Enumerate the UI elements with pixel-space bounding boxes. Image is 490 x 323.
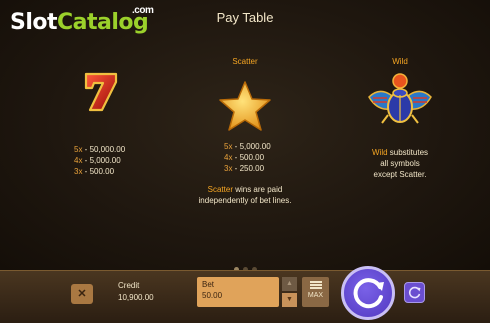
seven-pays-list: 5x - 50,000.00 4x - 5,000.00 3x - 500.00 xyxy=(74,144,140,177)
bet-decrease-button[interactable]: ▼ xyxy=(282,293,297,307)
pay-row: 4x - 500.00 xyxy=(224,153,265,162)
pay-row: 3x - 500.00 xyxy=(74,167,115,176)
bet-label: Bet xyxy=(202,280,215,289)
symbol-wild-column: Wild Wild substitutes all symbols except… xyxy=(350,57,450,180)
scarab-icon xyxy=(368,73,432,124)
bet-value: 50.00 xyxy=(202,291,223,300)
coins-icon xyxy=(309,281,322,289)
credit-display: Credit 10,900.00 xyxy=(118,280,154,304)
scatter-label: Scatter xyxy=(232,57,258,66)
wild-note: Wild substitutes all symbols except Scat… xyxy=(371,148,429,179)
bet-increase-button[interactable]: ▲ xyxy=(282,277,297,291)
autoplay-button[interactable] xyxy=(404,282,425,303)
max-label: MAX xyxy=(307,292,324,299)
bet-display: Bet 50.00 xyxy=(197,277,279,307)
autoplay-icon xyxy=(408,286,421,299)
scatter-note: Scatter wins are paid independently of b… xyxy=(198,185,292,205)
paytable-screen: SlotCatalog .com Pay Table 5x - 50,000.0… xyxy=(0,0,490,270)
close-button[interactable]: ✕ xyxy=(71,284,93,304)
symbol-seven-column: 5x - 50,000.00 4x - 5,000.00 3x - 500.00 xyxy=(60,70,140,177)
gold-star-icon xyxy=(219,81,271,131)
wild-label: Wild xyxy=(392,57,408,66)
max-bet-button[interactable]: MAX xyxy=(302,277,329,307)
credit-value: 10,900.00 xyxy=(118,293,154,302)
red-seven-icon xyxy=(84,72,118,112)
pay-row: 3x - 250.00 xyxy=(224,164,265,173)
pay-row: 5x - 5,000.00 xyxy=(224,142,271,151)
pay-row: 5x - 50,000.00 xyxy=(74,145,126,154)
symbol-scatter-column: Scatter 5x - 5,000.00 4x - 500.00 3x - 2… xyxy=(180,57,310,206)
page-title: Pay Table xyxy=(216,10,274,25)
spin-button[interactable] xyxy=(341,266,395,320)
bet-stepper: ▲ ▼ xyxy=(282,277,297,307)
pay-row: 4x - 5,000.00 xyxy=(74,156,121,165)
spin-arrow-icon xyxy=(353,278,384,309)
scatter-pays-list: 5x - 5,000.00 4x - 500.00 3x - 250.00 xyxy=(224,141,310,174)
credit-label: Credit xyxy=(118,281,140,290)
